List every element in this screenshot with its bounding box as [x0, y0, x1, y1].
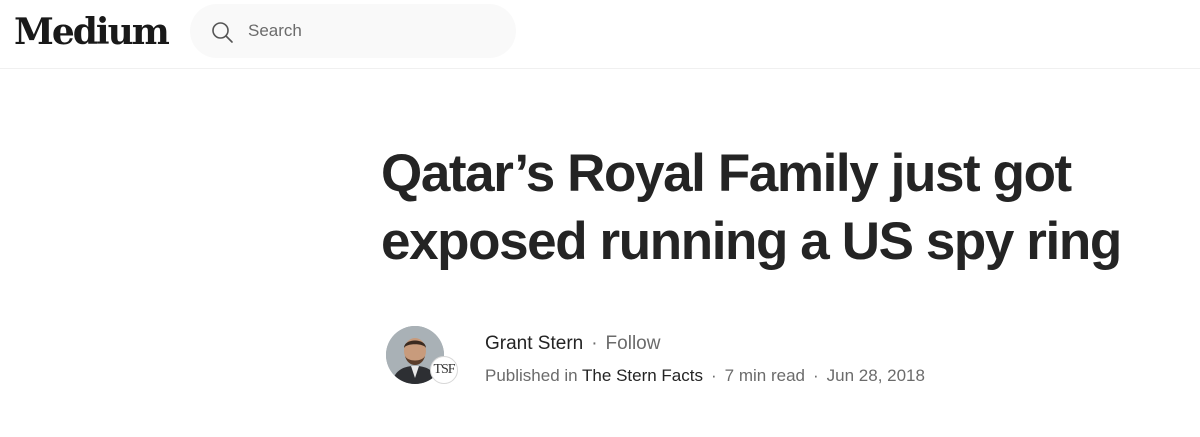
author-row: Grant Stern · Follow: [485, 332, 660, 356]
publication-name-link[interactable]: The Stern Facts: [582, 366, 703, 385]
article-title-line-1: Qatar’s Royal Family just got: [381, 144, 1072, 203]
author-name-link[interactable]: Grant Stern: [485, 333, 583, 354]
search-bar[interactable]: [190, 4, 516, 58]
publish-date: Jun 28, 2018: [826, 366, 925, 385]
article-title: Qatar’s Royal Family just got exposed ru…: [381, 140, 1181, 276]
publication-row: Published in The Stern Facts · 7 min read ·…: [485, 365, 925, 387]
read-time: 7 min read: [724, 366, 805, 385]
separator-dot: ·: [591, 333, 598, 354]
article-title-line-2: exposed running a US spy ring: [381, 212, 1122, 271]
published-in-label: Published in: [485, 366, 578, 385]
article-byline: TSF Grant Stern · Follow Published in The …: [386, 326, 1166, 390]
search-icon: [212, 22, 233, 43]
top-navigation-bar: Medium: [0, 0, 1200, 69]
separator-dot: ·: [710, 366, 717, 385]
separator-dot: ·: [812, 366, 819, 385]
publication-badge-icon[interactable]: TSF: [430, 356, 458, 384]
medium-logo[interactable]: Medium: [14, 8, 170, 56]
follow-button[interactable]: Follow: [606, 333, 661, 354]
search-input[interactable]: [248, 18, 498, 44]
